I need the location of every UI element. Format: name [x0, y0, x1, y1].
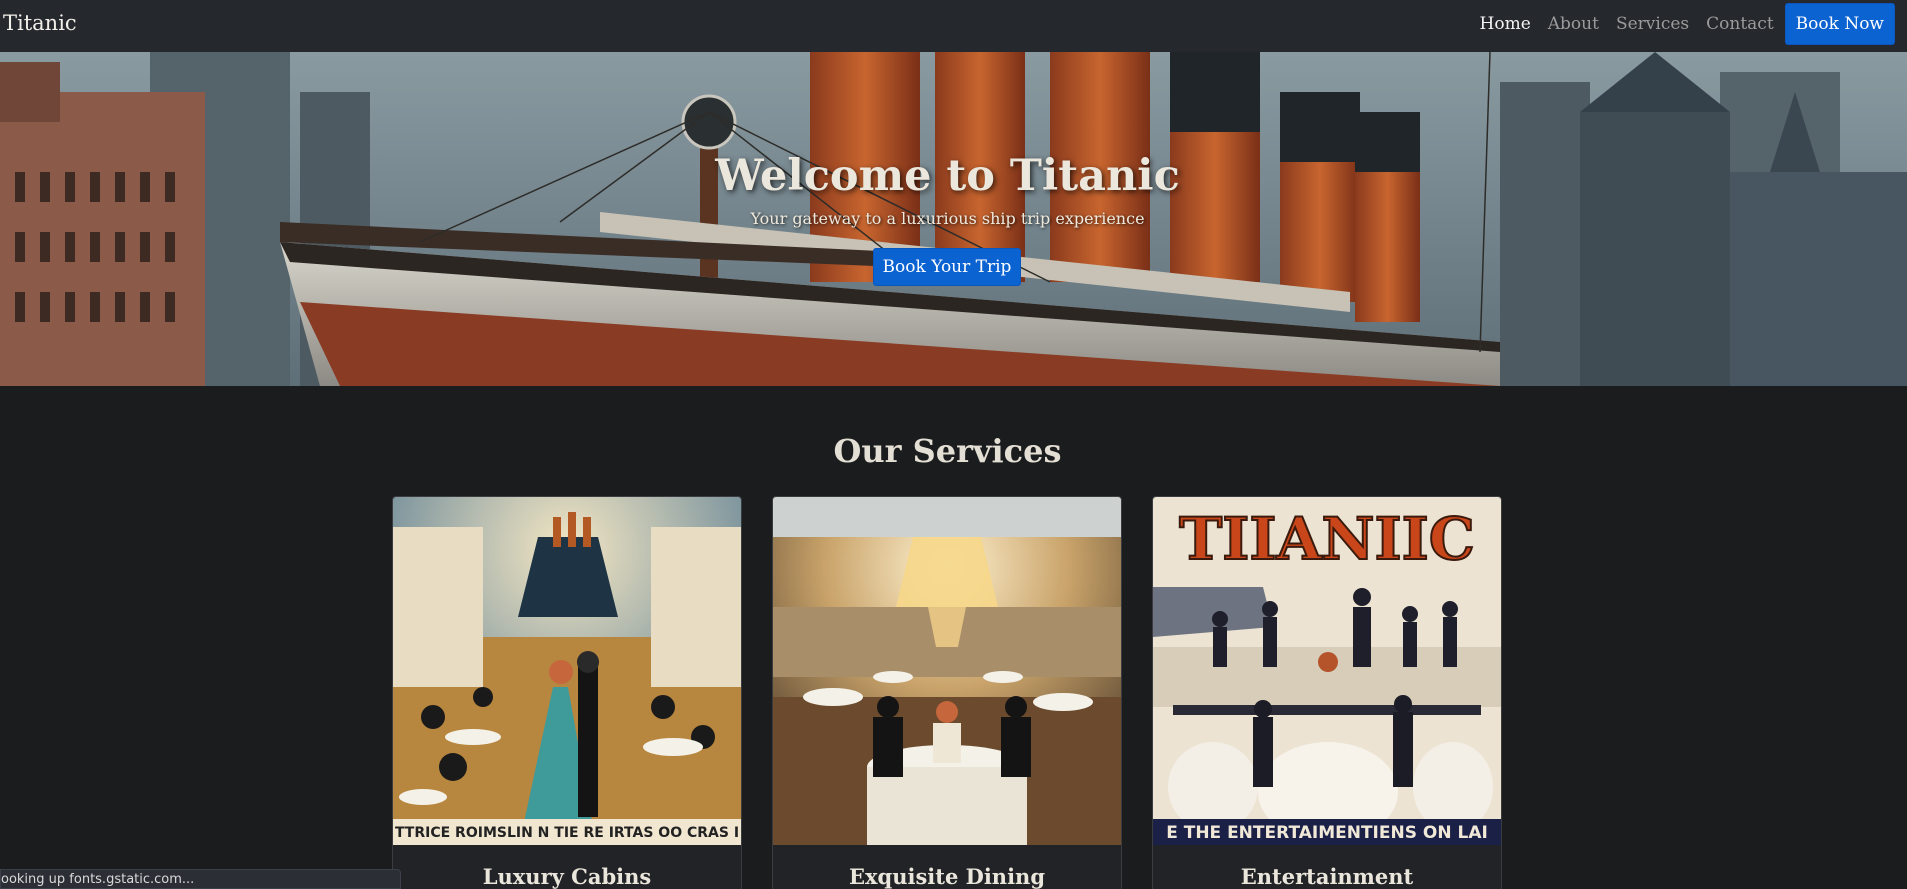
nav-home-link[interactable]: Home	[1480, 14, 1531, 34]
exquisite-dining-title: Exquisite Dining	[848, 864, 1045, 889]
nav-contact-link[interactable]: Contact	[1706, 14, 1774, 34]
navbar: Titanic Home About Services Contact Book…	[0, 0, 1907, 52]
hero-subtitle: Your gateway to a luxurious ship trip ex…	[750, 209, 1145, 228]
nav-menu: Home About Services Contact Book Now	[1463, 2, 1895, 46]
entertainment-image: TIIANIIC E THE ENTERTAIMENTIENS ON LAI	[1153, 497, 1501, 845]
nav-about-link[interactable]: About	[1548, 14, 1599, 34]
svg-text:E THE ENTERTAIMENTIENS ON LAI: E THE ENTERTAIMENTIENS ON LAI	[1166, 823, 1488, 843]
service-card-entertainment[interactable]: TIIANIIC E THE ENTERTAIMENTIENS ON LAI E…	[1152, 496, 1502, 889]
brand-logo[interactable]: Titanic	[3, 11, 77, 35]
luxury-cabins-image: TTRICE ROIMSLIN N TIE RE IRTAS OO CRAS I	[393, 497, 741, 845]
svg-text:TTRICE ROIMSLIN N TIE RE IRTAS: TTRICE ROIMSLIN N TIE RE IRTAS OO CRAS I	[395, 825, 739, 841]
services-heading: Our Services	[833, 432, 1062, 470]
svg-text:TIIANIIC: TIIANIIC	[1179, 505, 1475, 573]
hero-title: Welcome to Titanic	[715, 151, 1180, 201]
exquisite-dining-image	[773, 497, 1121, 845]
book-now-button[interactable]: Book Now	[1784, 3, 1895, 45]
service-card-exquisite-dining[interactable]: Exquisite Dining	[772, 496, 1122, 889]
service-card-luxury-cabins[interactable]: TTRICE ROIMSLIN N TIE RE IRTAS OO CRAS I…	[392, 496, 742, 889]
browser-status-bar: ooking up fonts.gstatic.com...	[0, 869, 401, 889]
hero-section: Welcome to Titanic Your gateway to a lux…	[0, 52, 1907, 386]
entertainment-title: Entertainment	[1240, 864, 1414, 889]
hero-content: Welcome to Titanic Your gateway to a lux…	[0, 52, 1907, 386]
luxury-cabins-title: Luxury Cabins	[482, 864, 652, 889]
nav-services-link[interactable]: Services	[1616, 14, 1689, 34]
book-your-trip-button[interactable]: Book Your Trip	[873, 248, 1021, 286]
